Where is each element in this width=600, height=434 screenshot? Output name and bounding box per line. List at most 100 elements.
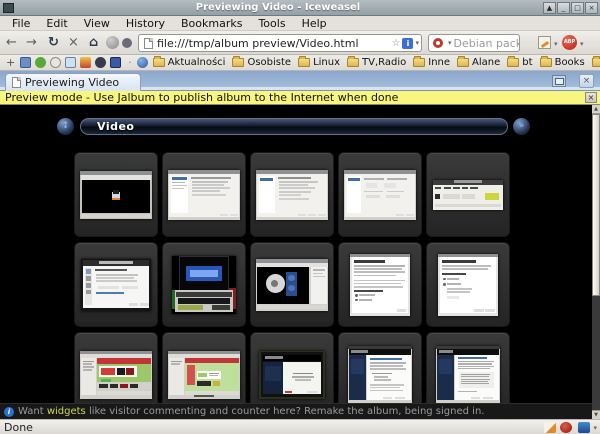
thumbnail-card[interactable] bbox=[74, 242, 158, 327]
widgets-link[interactable]: widgets bbox=[47, 406, 86, 417]
minimize-button[interactable]: _ bbox=[557, 2, 570, 14]
mail-bookmark-icon[interactable] bbox=[65, 57, 76, 68]
thumbnail-image bbox=[168, 170, 240, 220]
page-viewport: ↕ Video » i Want widgets like visitor co… bbox=[0, 105, 600, 419]
paw-bookmark-icon[interactable] bbox=[35, 57, 46, 68]
album-nav-up-icon[interactable]: ↕ bbox=[57, 118, 74, 135]
bookmark-folder-bt[interactable]: bt bbox=[507, 57, 532, 68]
search-engine-icon[interactable] bbox=[433, 38, 443, 48]
thumbnail-card[interactable] bbox=[426, 242, 510, 327]
save-bookmark-icon[interactable] bbox=[110, 57, 121, 68]
status-text: Done bbox=[4, 421, 33, 434]
menu-history[interactable]: History bbox=[118, 17, 173, 30]
thumbnail-card[interactable] bbox=[338, 242, 422, 327]
tab-favicon bbox=[12, 77, 21, 88]
bookmark-folder-inne[interactable]: Inne bbox=[413, 57, 450, 68]
folder-icon bbox=[298, 58, 310, 67]
window-menu-icon[interactable] bbox=[3, 3, 14, 13]
thumbnail-card[interactable] bbox=[426, 152, 510, 237]
bookmark-folder-tvradio[interactable]: TV,Radio bbox=[347, 57, 406, 68]
album-title-pill[interactable]: Video bbox=[80, 118, 508, 135]
bookmark-star-icon[interactable]: ☆ bbox=[390, 38, 403, 49]
scrapbook-icon[interactable] bbox=[538, 36, 551, 49]
menu-bookmarks[interactable]: Bookmarks bbox=[173, 17, 250, 30]
statusbar-dropdown-icon[interactable]: ▾ bbox=[591, 424, 599, 432]
search-bar[interactable]: ▾ bbox=[428, 34, 520, 52]
thumbnail-image bbox=[344, 170, 416, 220]
menu-help[interactable]: Help bbox=[294, 17, 335, 30]
thumbnail-card[interactable] bbox=[250, 242, 334, 327]
vertical-scrollbar[interactable]: ▲ ▼ bbox=[592, 105, 600, 419]
folder-icon bbox=[592, 58, 600, 67]
statusbar-abp-icon[interactable] bbox=[560, 422, 572, 433]
folder-icon bbox=[232, 58, 244, 67]
bookmark-folder-alane[interactable]: Alane bbox=[457, 57, 500, 68]
forward-icon[interactable]: → bbox=[22, 33, 41, 52]
thumbnail-image bbox=[348, 346, 412, 404]
back-icon[interactable]: ← bbox=[2, 33, 21, 52]
thumbnail-image bbox=[80, 351, 152, 399]
url-dropdown-icon[interactable]: ▾ bbox=[413, 39, 421, 47]
user-bookmark-icon[interactable] bbox=[95, 57, 106, 68]
search-input[interactable] bbox=[454, 37, 519, 50]
menu-edit[interactable]: Edit bbox=[38, 17, 75, 30]
stop-icon[interactable]: × bbox=[64, 33, 83, 52]
status-bar: Done ▾ bbox=[0, 419, 600, 434]
tab-close-icon[interactable]: × bbox=[579, 74, 594, 88]
adblock-icon[interactable]: ABP bbox=[562, 35, 577, 50]
thumbnail-card[interactable] bbox=[74, 152, 158, 237]
scroll-up-icon[interactable]: ▲ bbox=[592, 105, 600, 114]
shade-button[interactable]: ▲ bbox=[543, 2, 556, 14]
maximize-button[interactable]: □ bbox=[571, 2, 584, 14]
statusbar-sync-icon[interactable] bbox=[578, 422, 590, 433]
notification-text: Preview mode - Use Jalbum to publish alb… bbox=[5, 91, 398, 104]
album-nav-next-icon[interactable]: » bbox=[513, 118, 530, 135]
notification-bar: Preview mode - Use Jalbum to publish alb… bbox=[0, 91, 600, 105]
alert-bookmark-icon[interactable] bbox=[80, 57, 91, 68]
thumbnail-image bbox=[438, 254, 498, 316]
picture-bookmark-icon[interactable] bbox=[20, 57, 31, 68]
thumbnail-image bbox=[259, 351, 325, 399]
statusbar-scrapbook-icon[interactable] bbox=[544, 422, 556, 433]
add-bookmark-icon[interactable]: + bbox=[4, 56, 20, 69]
menu-tools[interactable]: Tools bbox=[250, 17, 293, 30]
thumbnail-card[interactable] bbox=[162, 152, 246, 237]
globe-bookmark-icon[interactable] bbox=[137, 57, 148, 68]
bookmark-folder-osobiste[interactable]: Osobiste bbox=[232, 57, 291, 68]
thumbnail-image bbox=[172, 256, 236, 314]
go-icon[interactable]: i bbox=[402, 38, 413, 49]
tab-label: Previewing Video bbox=[25, 76, 119, 89]
folder-icon bbox=[413, 58, 425, 67]
search-engine-dropdown-icon[interactable]: ▾ bbox=[446, 39, 454, 47]
clock-bookmark-icon[interactable] bbox=[50, 57, 61, 68]
scrollbar-thumb[interactable] bbox=[592, 114, 600, 296]
tab-previewing-video[interactable]: Previewing Video bbox=[5, 73, 141, 91]
menu-file[interactable]: File bbox=[4, 17, 38, 30]
scroll-down-icon[interactable]: ▼ bbox=[592, 410, 600, 419]
thumbnail-card[interactable] bbox=[162, 242, 246, 327]
adblock-dropdown-icon[interactable]: ▾ bbox=[578, 40, 586, 48]
thumbnail-image bbox=[433, 180, 503, 210]
bookmark-folder-linux[interactable]: Linux bbox=[298, 57, 340, 68]
reload-icon[interactable]: ↻ bbox=[44, 33, 63, 52]
window-title: Previewing Video - Iceweasel bbox=[14, 2, 542, 13]
thumbnail-card[interactable] bbox=[250, 152, 334, 237]
bookmark-folder-books[interactable]: Books bbox=[540, 57, 585, 68]
home-icon[interactable]: ⌂ bbox=[84, 33, 103, 52]
widgets-info-bar: i Want widgets like visitor commenting a… bbox=[0, 403, 592, 419]
bookmark-folder-aktualnosci[interactable]: Aktualności bbox=[153, 57, 226, 68]
tab-strip: Previewing Video × bbox=[0, 71, 600, 91]
thumbnail-image bbox=[81, 259, 151, 311]
url-input[interactable] bbox=[157, 37, 390, 50]
menu-view[interactable]: View bbox=[76, 17, 118, 30]
extension-icon-2[interactable] bbox=[122, 38, 132, 48]
url-bar[interactable]: ☆ i ▾ bbox=[138, 34, 422, 52]
notification-close-icon[interactable]: × bbox=[585, 92, 597, 103]
thumbnail-card[interactable] bbox=[338, 152, 422, 237]
close-button[interactable]: × bbox=[585, 2, 598, 14]
bookmark-folder-0[interactable]: 0 bbox=[592, 57, 600, 68]
extension-icon-1[interactable] bbox=[106, 36, 119, 49]
scrapbook-dropdown-icon[interactable]: ▾ bbox=[552, 40, 560, 48]
folder-icon bbox=[153, 58, 165, 67]
list-all-tabs-icon[interactable] bbox=[552, 75, 566, 87]
